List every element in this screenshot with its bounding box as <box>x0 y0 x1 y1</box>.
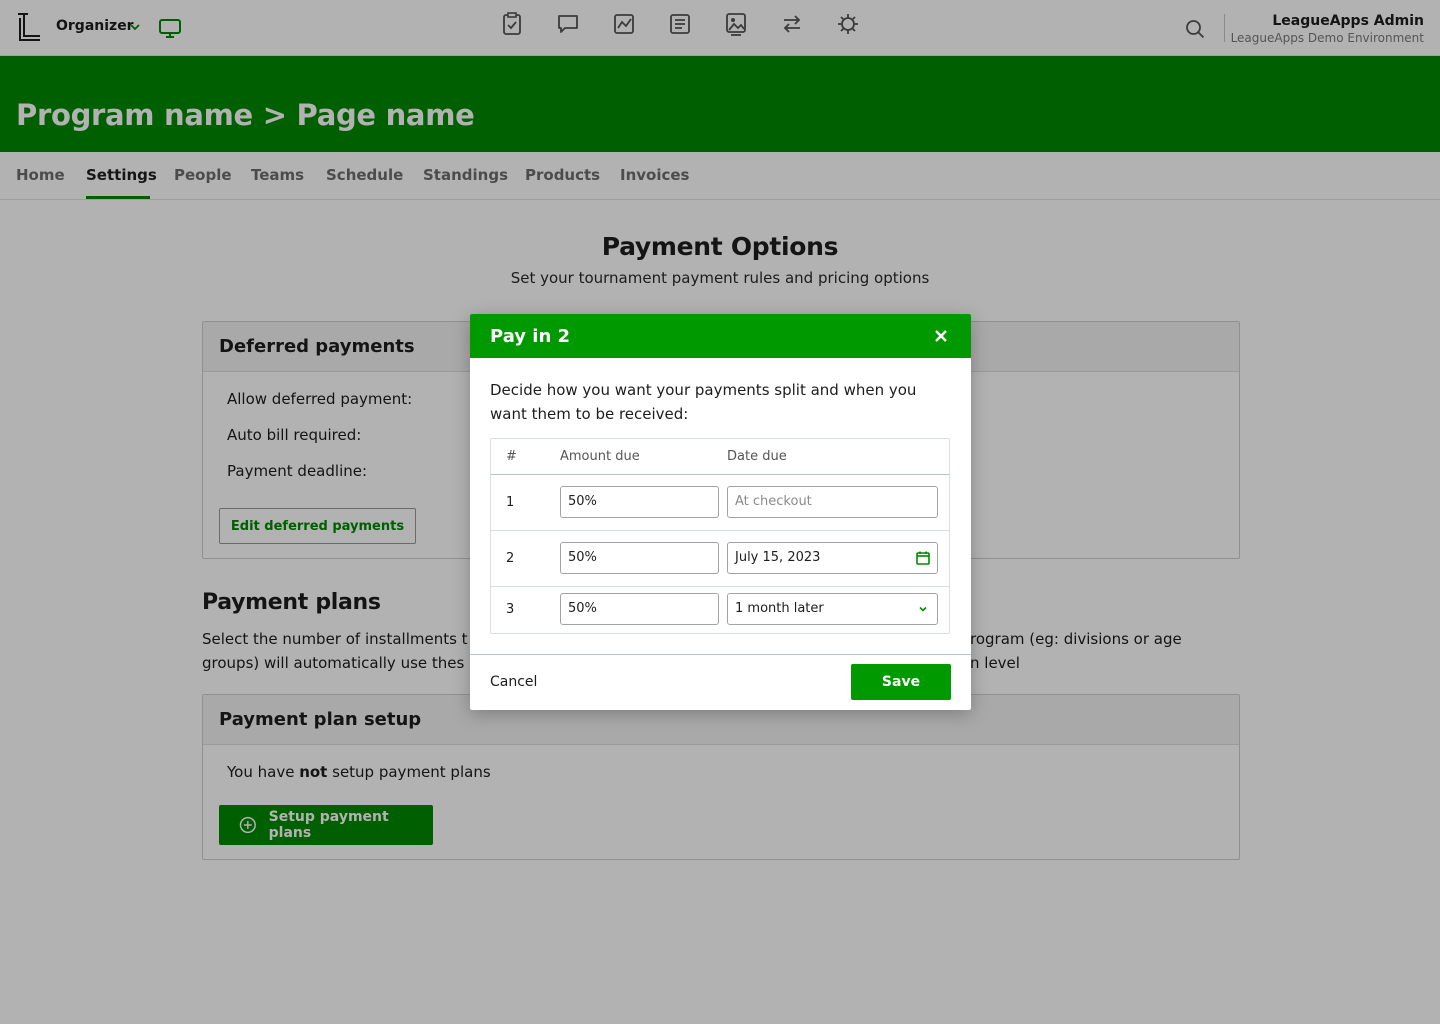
selected-interval: 1 month later <box>735 601 824 616</box>
amount-due-input[interactable]: 50% <box>560 486 719 518</box>
amount-due-input[interactable]: 50% <box>560 542 719 574</box>
table-row: 1 50% At checkout <box>491 475 949 531</box>
column-header-number: # <box>506 449 517 464</box>
table-row: 2 50% July 15, 2023 <box>491 531 949 587</box>
installment-number: 3 <box>506 602 515 617</box>
dialog-description: Decide how you want your payments split … <box>490 381 917 423</box>
date-value: July 15, 2023 <box>735 550 821 565</box>
calendar-icon[interactable] <box>915 550 931 566</box>
date-picker-input[interactable]: July 15, 2023 <box>727 542 938 574</box>
chevron-down-icon[interactable] <box>915 601 931 617</box>
date-interval-select[interactable]: 1 month later <box>727 593 938 625</box>
column-header-date: Date due <box>727 449 787 464</box>
close-icon[interactable] <box>931 326 951 346</box>
cancel-button[interactable]: Cancel <box>490 674 537 690</box>
dialog-footer-divider <box>470 654 971 655</box>
date-due-input[interactable]: At checkout <box>727 486 938 518</box>
installment-number: 1 <box>506 495 515 510</box>
amount-due-input[interactable]: 50% <box>560 593 719 625</box>
column-header-amount: Amount due <box>560 449 640 464</box>
save-button[interactable]: Save <box>851 664 951 700</box>
dialog-header: Pay in 2 <box>470 314 971 358</box>
table-row: 3 50% 1 month later <box>491 587 949 633</box>
table-header: # Amount due Date due <box>491 439 949 475</box>
installment-number: 2 <box>506 551 515 566</box>
dialog-title: Pay in 2 <box>490 326 571 347</box>
installments-table: # Amount due Date due 1 50% At checkout … <box>490 438 950 634</box>
pay-in-2-dialog: Pay in 2 Decide how you want your paymen… <box>470 314 971 710</box>
